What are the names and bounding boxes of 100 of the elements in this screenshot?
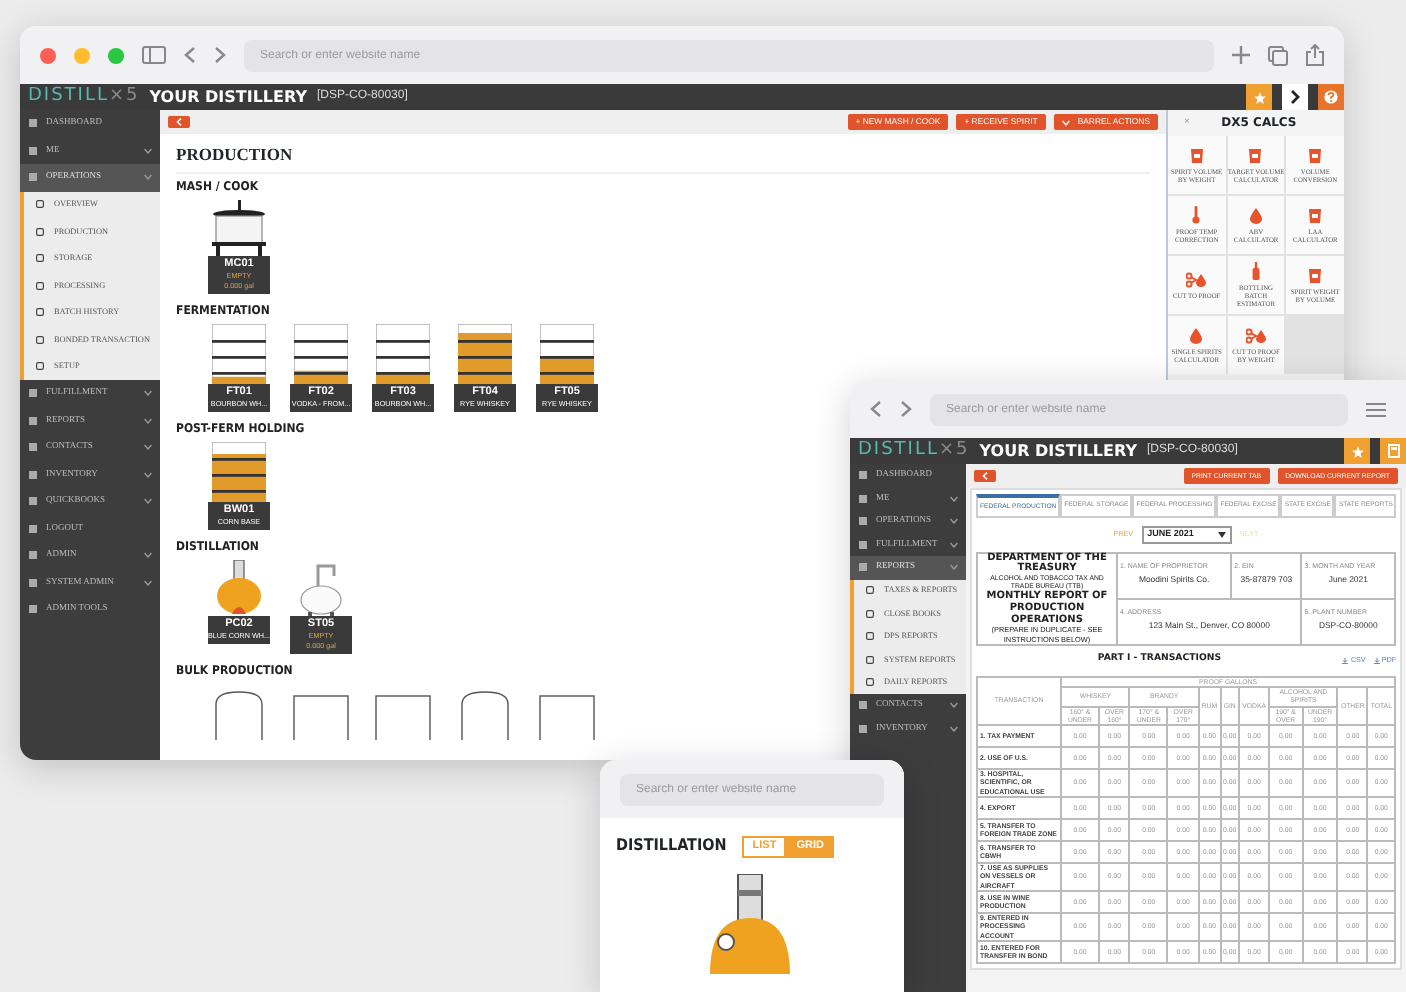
menu-item-icon xyxy=(858,516,868,527)
chevron-down-icon xyxy=(950,564,958,571)
calculator-button[interactable] xyxy=(1380,438,1406,464)
favorite-button[interactable] xyxy=(1246,84,1272,110)
menu-item-icon xyxy=(866,609,874,618)
caret-icon xyxy=(1217,531,1226,538)
menu-item-icon xyxy=(28,523,38,534)
glass-icon xyxy=(1308,207,1323,223)
menu-item-icon xyxy=(28,172,38,183)
forward-icon[interactable] xyxy=(900,400,912,418)
chevron-down-icon xyxy=(144,552,152,559)
chevron-down-icon xyxy=(950,518,958,525)
app-title: YOUR DISTILLERY xyxy=(149,89,308,105)
menu-item-icon xyxy=(28,388,38,399)
help-button[interactable] xyxy=(1318,84,1344,110)
chevron-left-icon xyxy=(176,118,182,126)
glass-icon xyxy=(1248,147,1263,163)
logo: DISTILL×5 xyxy=(28,88,140,106)
menu-item-icon xyxy=(866,678,874,687)
next-button[interactable] xyxy=(1282,84,1308,110)
menu-item-icon xyxy=(866,655,874,664)
window-control-dot[interactable] xyxy=(74,47,90,63)
caret-icon xyxy=(1061,119,1070,125)
menu-item-icon xyxy=(866,586,874,595)
back-icon[interactable] xyxy=(870,400,882,418)
mash-tun-drawing xyxy=(208,199,270,256)
glass-icon xyxy=(1189,147,1204,163)
page-heading: DISTILLATION xyxy=(616,834,727,858)
page-heading: PRODUCTION xyxy=(176,134,1150,174)
glass-icon xyxy=(1308,147,1323,163)
chevron-down-icon xyxy=(144,471,152,478)
bottle-icon xyxy=(1251,262,1260,280)
menu-item-icon xyxy=(858,562,868,573)
menu-item-icon xyxy=(36,362,44,371)
menu-item-icon xyxy=(858,700,868,711)
calculator-icon xyxy=(1387,444,1399,458)
menu-item-icon xyxy=(28,577,38,588)
menu-item-icon xyxy=(36,227,44,236)
window-control-dot[interactable] xyxy=(108,47,124,63)
sidebar-toggle-icon[interactable] xyxy=(142,46,166,64)
chevron-down-icon xyxy=(144,498,152,505)
menu-icon[interactable] xyxy=(1366,401,1386,417)
favorite-button[interactable] xyxy=(1344,438,1370,464)
menu-item-icon xyxy=(28,496,38,507)
download-icon xyxy=(1342,657,1349,664)
star-icon xyxy=(1351,445,1363,457)
chevron-icon xyxy=(1290,90,1300,104)
download-icon xyxy=(1373,657,1380,664)
chevron-down-icon xyxy=(144,417,152,424)
scissors-drop-icon xyxy=(1245,327,1266,343)
fermenter-tank-drawing xyxy=(212,323,266,384)
menu-item-icon xyxy=(858,539,868,550)
chevron-down-icon xyxy=(144,579,152,586)
chevron-down-icon xyxy=(144,390,152,397)
fermenter-tank-drawing xyxy=(540,323,594,384)
fermenter-tank-drawing xyxy=(294,323,348,384)
menu-item-icon xyxy=(36,335,44,344)
back-button[interactable] xyxy=(168,116,190,128)
chevron-down-icon xyxy=(950,725,958,732)
thermometer-icon xyxy=(1192,206,1201,224)
menu-item-icon xyxy=(28,442,38,453)
menu-item-icon xyxy=(28,415,38,426)
menu-item-icon xyxy=(866,632,874,641)
menu-item-icon xyxy=(28,550,38,561)
fermenter-tank-drawing xyxy=(458,323,512,384)
menu-item-icon xyxy=(28,118,38,129)
back-icon[interactable] xyxy=(184,46,196,64)
menu-item-icon xyxy=(28,604,38,615)
chevron-down-icon xyxy=(144,444,152,451)
chevron-down-icon xyxy=(950,495,958,502)
menu-item-icon xyxy=(28,145,38,156)
menu-item-icon xyxy=(858,493,868,504)
chevron-down-icon xyxy=(144,174,152,181)
new-tab-icon[interactable] xyxy=(1232,46,1250,64)
forward-icon[interactable] xyxy=(214,46,226,64)
chevron-down-icon xyxy=(950,702,958,709)
chevron-down-icon xyxy=(950,541,958,548)
share-icon[interactable] xyxy=(1306,44,1324,66)
drop-icon xyxy=(1249,207,1262,223)
fermenter-tank-drawing xyxy=(212,441,266,502)
logo: DISTILL×5 xyxy=(858,442,970,460)
menu-item-icon xyxy=(36,281,44,290)
star-icon xyxy=(1253,91,1265,103)
window-control-dot[interactable] xyxy=(40,47,56,63)
app-title: YOUR DISTILLERY xyxy=(979,443,1138,459)
menu-item-icon xyxy=(36,254,44,263)
chevron-down-icon xyxy=(144,147,152,154)
chevron-left-icon xyxy=(982,472,988,480)
menu-item-icon xyxy=(858,723,868,734)
drop-icon xyxy=(1190,327,1203,343)
fermenter-tank-drawing xyxy=(376,323,430,384)
menu-item-icon xyxy=(858,470,868,481)
scissors-drop-icon xyxy=(1186,271,1207,287)
glass-icon xyxy=(1308,267,1323,283)
menu-item-icon xyxy=(28,469,38,480)
tabs-overview-icon[interactable] xyxy=(1268,45,1288,65)
menu-item-icon xyxy=(36,308,44,317)
back-button[interactable] xyxy=(974,470,996,482)
menu-item-icon xyxy=(36,200,44,209)
question-icon xyxy=(1324,90,1338,104)
